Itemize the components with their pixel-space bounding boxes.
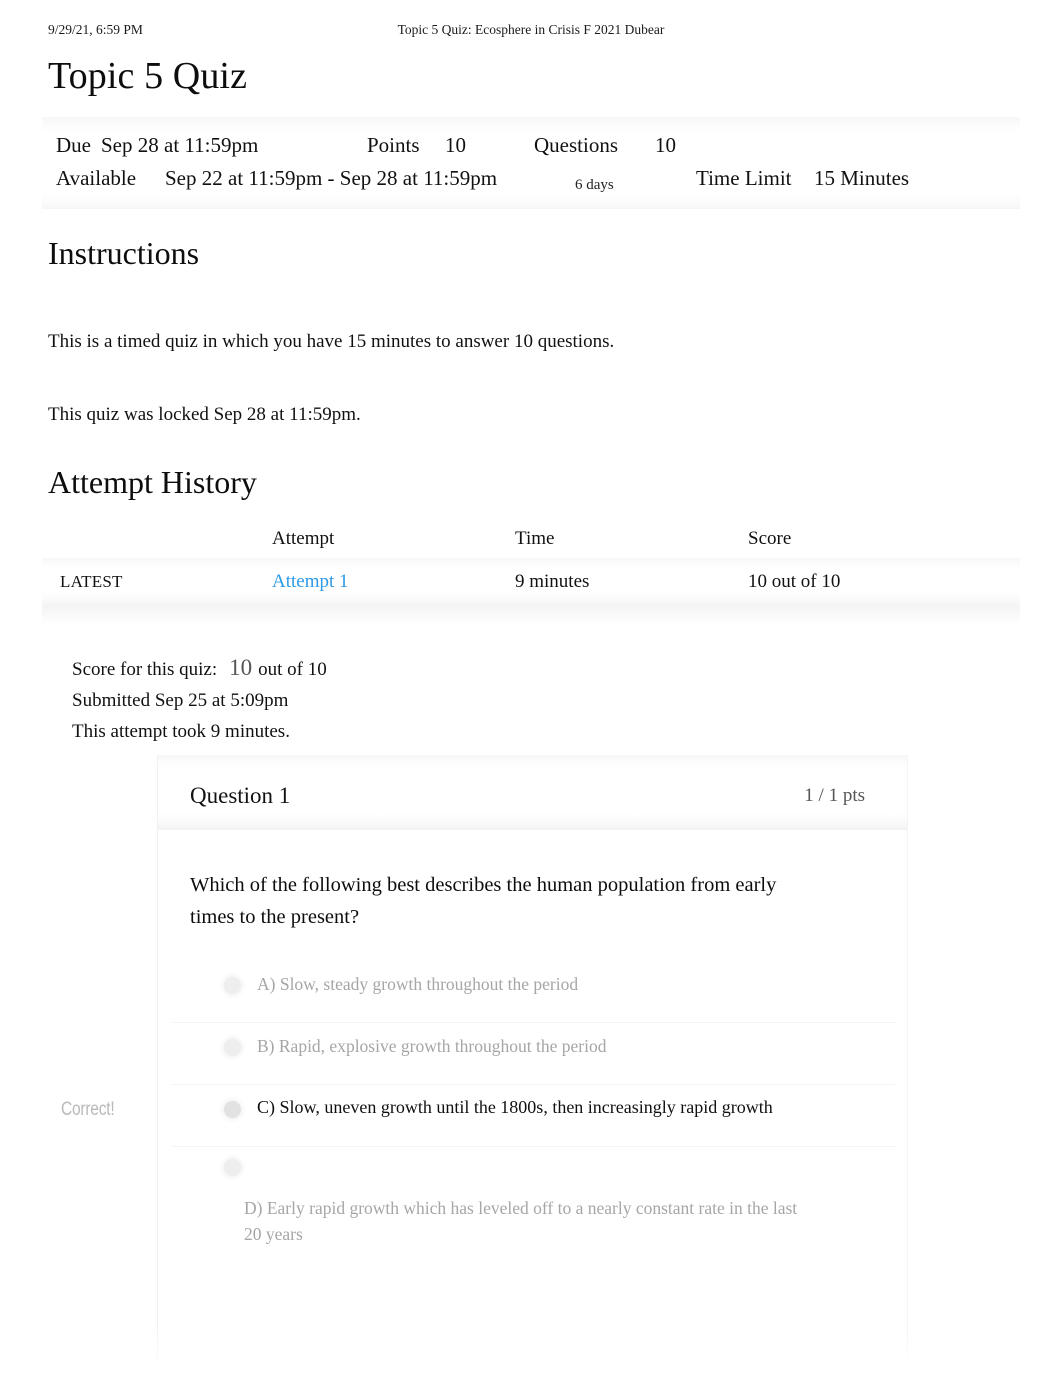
available-label: Available bbox=[56, 166, 137, 190]
answer-label: D) Early rapid growth which has leveled … bbox=[244, 1198, 798, 1244]
print-document-title: Topic 5 Quiz: Ecosphere in Crisis F 2021… bbox=[397, 22, 665, 37]
attempt-kept-badge: LATEST bbox=[60, 572, 123, 591]
questions-label: Questions bbox=[534, 133, 618, 157]
score-value: 10 bbox=[229, 655, 253, 680]
container-edge-left bbox=[157, 1330, 158, 1370]
points-label: Points bbox=[367, 133, 420, 157]
attempt-history-table: Attempt Time Score LATEST Attempt 1 9 mi… bbox=[42, 520, 1020, 625]
radio-button-icon[interactable] bbox=[224, 977, 241, 994]
answer-option-c[interactable]: C) Slow, uneven growth until the 1800s, … bbox=[172, 1085, 895, 1147]
question-header: Question 1 1 / 1 pts bbox=[158, 755, 907, 830]
quiz-info-panel: Due Sep 28 at 11:59pm Points 10 Question… bbox=[42, 117, 1020, 209]
question-text: Which of the following best describes th… bbox=[190, 874, 777, 928]
instructions-paragraph-2: This quiz was locked Sep 28 at 11:59pm. bbox=[48, 404, 361, 425]
question-container: Question 1 1 / 1 pts Which of the follow… bbox=[157, 755, 908, 1330]
page-title: Topic 5 Quiz bbox=[48, 55, 248, 97]
table-row: LATEST Attempt 1 9 minutes 10 out of 10 bbox=[42, 558, 1020, 606]
table-header-row: Attempt Time Score bbox=[42, 520, 1020, 558]
attempt-link-cell: Attempt 1 bbox=[272, 558, 349, 606]
attempt-time-cell: 9 minutes bbox=[515, 571, 590, 592]
radio-button-icon-selected[interactable] bbox=[224, 1101, 241, 1118]
attempt-1-link[interactable]: Attempt 1 bbox=[272, 571, 349, 592]
column-header-time: Time bbox=[515, 528, 555, 549]
time-limit-label: Time Limit bbox=[696, 166, 792, 190]
instructions-paragraph-1: This is a timed quiz in which you have 1… bbox=[48, 331, 615, 352]
column-header-score: Score bbox=[748, 528, 792, 549]
correct-answer-marker: Correct! bbox=[61, 1099, 115, 1120]
answer-label: C) Slow, uneven growth until the 1800s, … bbox=[257, 1097, 773, 1117]
container-edge-right bbox=[907, 1330, 908, 1370]
time-limit-value: 15 Minutes bbox=[814, 166, 910, 190]
submitted-line: Submitted Sep 25 at 5:09pm bbox=[72, 690, 289, 711]
score-summary: Score for this quiz: 10 out of 10 Submitte… bbox=[72, 652, 572, 747]
score-label: Score for this quiz: bbox=[72, 659, 218, 680]
questions-value: 10 bbox=[655, 133, 676, 157]
radio-button-icon[interactable] bbox=[224, 1159, 241, 1176]
table-bottom-divider bbox=[42, 606, 1020, 625]
answer-option-d[interactable]: D) Early rapid growth which has leveled … bbox=[172, 1147, 895, 1244]
score-out-of: out of 10 bbox=[258, 659, 327, 680]
available-duration: 6 days bbox=[575, 177, 614, 193]
question-title: Question 1 bbox=[190, 783, 291, 808]
due-label: Due bbox=[56, 133, 91, 157]
question-points: 1 / 1 pts bbox=[804, 785, 865, 806]
answer-label: A) Slow, steady growth throughout the pe… bbox=[257, 974, 579, 994]
attempt-duration-line: This attempt took 9 minutes. bbox=[72, 721, 290, 742]
question-body: Which of the following best describes th… bbox=[172, 841, 895, 1321]
available-value: Sep 22 at 11:59pm - Sep 28 at 11:59pm bbox=[165, 166, 498, 190]
attempt-score-cell: 10 out of 10 bbox=[748, 571, 841, 592]
answer-label: B) Rapid, explosive growth throughout th… bbox=[257, 1036, 607, 1056]
answer-option-b[interactable]: B) Rapid, explosive growth throughout th… bbox=[172, 1023, 895, 1085]
print-header: 9/29/21, 6:59 PM Topic 5 Quiz: Ecosphere… bbox=[0, 22, 1062, 42]
radio-button-icon[interactable] bbox=[224, 1039, 241, 1056]
points-value: 10 bbox=[445, 133, 466, 157]
due-value: Sep 28 at 11:59pm bbox=[101, 133, 259, 157]
instructions-heading: Instructions bbox=[48, 235, 200, 271]
answer-option-a[interactable]: A) Slow, steady growth throughout the pe… bbox=[172, 961, 895, 1023]
column-header-attempt: Attempt bbox=[272, 528, 335, 549]
score-line: Score for this quiz: 10 out of 10 bbox=[72, 652, 572, 685]
attempt-history-heading: Attempt History bbox=[48, 464, 257, 500]
